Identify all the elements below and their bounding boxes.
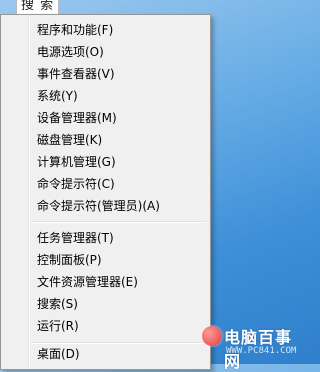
menu-item-command-prompt-admin[interactable]: 命令提示符(管理员)(A) <box>3 195 208 217</box>
watermark-url: WWW.PC841.COM <box>226 346 297 356</box>
menu-item-programs-and-features[interactable]: 程序和功能(F) <box>3 19 208 41</box>
menu-item-system[interactable]: 系统(Y) <box>3 85 208 107</box>
menu-separator <box>31 221 207 223</box>
watermark-logo-icon <box>202 326 222 346</box>
menu-item-search[interactable]: 搜索(S) <box>3 293 208 315</box>
menu-item-control-panel[interactable]: 控制面板(P) <box>3 249 208 271</box>
menu-item-task-manager[interactable]: 任务管理器(T) <box>3 227 208 249</box>
menu-item-disk-management[interactable]: 磁盘管理(K) <box>3 129 208 151</box>
winx-context-menu: 程序和功能(F) 电源选项(O) 事件查看器(V) 系统(Y) 设备管理器(M)… <box>0 14 211 370</box>
menu-item-power-options[interactable]: 电源选项(O) <box>3 41 208 63</box>
menu-item-device-manager[interactable]: 设备管理器(M) <box>3 107 208 129</box>
menu-item-file-explorer[interactable]: 文件资源管理器(E) <box>3 271 208 293</box>
watermark: 电脑百事网 WWW.PC841.COM <box>202 324 302 371</box>
menu-item-event-viewer[interactable]: 事件查看器(V) <box>3 63 208 85</box>
menu-item-computer-management[interactable]: 计算机管理(G) <box>3 151 208 173</box>
menu-item-run[interactable]: 运行(R) <box>3 315 208 337</box>
menu-item-desktop[interactable]: 桌面(D) <box>3 343 208 365</box>
menu-item-command-prompt[interactable]: 命令提示符(C) <box>3 173 208 195</box>
